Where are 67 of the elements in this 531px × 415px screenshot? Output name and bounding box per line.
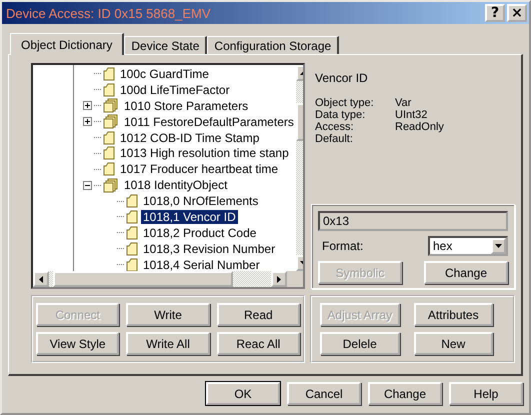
tree-item[interactable]: 1010 Store Parameters	[122, 98, 250, 113]
entry-button[interactable]: Attributes	[414, 303, 493, 326]
folder-icon	[126, 194, 138, 208]
tree-item[interactable]: 1011 FestoreDefaultParameters	[122, 114, 296, 129]
tree-item[interactable]: 1018,0 NrOfElements	[141, 194, 260, 208]
tree-item[interactable]: 1018,4 Serial Number	[141, 258, 262, 271]
dialog-button[interactable]: Help	[449, 382, 523, 405]
property-label: Default:	[315, 133, 354, 145]
folder-icon	[126, 242, 138, 256]
expander-icon[interactable]	[83, 101, 92, 110]
property-label: Data type:	[315, 109, 366, 121]
property-value: Var	[395, 97, 412, 109]
value-button[interactable]: Change	[424, 261, 508, 284]
action-button[interactable]: Reac All	[216, 332, 300, 355]
tree-item[interactable]: 1013 High resolution time stanp	[118, 146, 291, 160]
entry-button[interactable]: Delele	[320, 332, 400, 355]
tree-item[interactable]: 100c GuardTime	[118, 66, 211, 81]
tab[interactable]: Configuration Storage	[207, 36, 340, 54]
property-label: Access:	[315, 121, 355, 133]
folder-icon	[126, 210, 138, 224]
format-label: Format:	[322, 239, 364, 253]
property-value: UInt32	[395, 109, 428, 121]
action-button[interactable]: Write	[126, 303, 210, 326]
tree-item[interactable]: 1012 COB-ID Time Stamp	[118, 130, 262, 144]
folder-icon	[103, 82, 115, 97]
dialog-button[interactable]: Cancel	[287, 382, 361, 405]
folder-icon	[126, 258, 138, 271]
help-button[interactable]: ?	[485, 4, 505, 22]
expander-icon[interactable]	[83, 180, 92, 190]
folder-icon	[103, 146, 115, 160]
tree-item[interactable]: 1018 IdentityObject	[122, 178, 230, 192]
tree-item[interactable]: 1018,2 Product Code	[141, 226, 258, 240]
left-arrow-icon	[39, 276, 43, 282]
entry-button[interactable]: New	[414, 332, 493, 355]
dropdown-arrow-icon	[495, 244, 502, 248]
tree-item[interactable]: 1018,1 Vencor ID	[141, 210, 238, 224]
tree-item[interactable]: 100d LifeTimeFactor	[118, 82, 232, 97]
dialog-button[interactable]: Change	[368, 382, 442, 405]
action-button[interactable]: Read	[216, 303, 300, 326]
folder-icon	[103, 162, 115, 176]
tab[interactable]: Device State	[124, 36, 208, 54]
value-field[interactable]: 0x13	[318, 211, 508, 231]
stacked-folder-icon	[103, 114, 119, 130]
format-dropdown[interactable]: hex	[428, 236, 508, 256]
object-name: Vencor ID	[314, 70, 369, 87]
horizontal-scrollbar[interactable]	[33, 271, 303, 287]
right-arrow-icon	[277, 276, 281, 282]
window-title: Device Access: ID 0x15 5868_EMV	[6, 6, 212, 20]
action-button[interactable]: View Style	[36, 332, 120, 355]
folder-icon	[103, 130, 115, 144]
stacked-folder-icon	[103, 98, 119, 114]
scroll-right-button[interactable]	[271, 271, 287, 287]
scroll-thumb[interactable]	[53, 271, 233, 287]
tree-item[interactable]: 1018,3 Revision Number	[141, 242, 278, 256]
tree-item[interactable]: 1017 Froducer heartbeat time	[118, 162, 280, 176]
folder-icon	[126, 226, 138, 240]
tab[interactable]: Object Dictionary	[10, 33, 124, 55]
scrollbar-corner	[287, 271, 303, 287]
expander-icon[interactable]	[83, 117, 92, 126]
property-label: Object type:	[315, 97, 375, 109]
folder-icon	[103, 66, 115, 81]
scroll-left-button[interactable]	[33, 271, 49, 287]
property-value: ReadOnly	[395, 121, 445, 133]
close-button[interactable]: ×	[507, 4, 527, 22]
stacked-folder-icon	[103, 178, 119, 193]
action-button[interactable]: Write All	[126, 332, 210, 355]
dialog-button[interactable]: OK	[206, 382, 280, 405]
